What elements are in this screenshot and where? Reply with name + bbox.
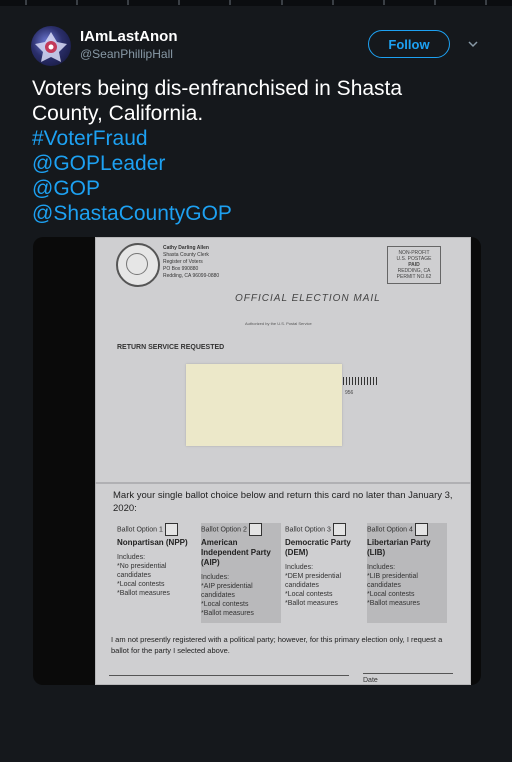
sender-address: Cathy Darling Allen Shasta County Clerk …	[163, 245, 219, 280]
sender-line: PO Box 990880	[163, 266, 199, 272]
emblem-subtitle: Authorized by the U.S. Postal Service	[245, 321, 312, 326]
mention-link[interactable]: @GOPLeader	[32, 151, 472, 176]
barcode	[343, 377, 379, 385]
option-header: Ballot Option 4	[367, 526, 413, 534]
signature-line	[109, 675, 349, 676]
option-includes-label: Includes:	[285, 564, 314, 571]
date-line	[363, 673, 453, 674]
checkbox-icon	[332, 523, 346, 536]
avatar[interactable]	[31, 26, 71, 66]
option-item: *DEM presidential candidates	[285, 573, 342, 589]
chevron-down-icon[interactable]	[467, 39, 479, 49]
option-item: *Local contests	[367, 591, 415, 598]
ballot-instruction: Mark your single ballot choice below and…	[113, 490, 453, 514]
display-name[interactable]: IAmLastAnon	[80, 28, 178, 45]
option-item: *AIP presidential candidates	[201, 583, 253, 599]
sender-line: Cathy Darling Allen	[163, 245, 209, 251]
ballot-option-2: Ballot Option 2 American Independent Par…	[201, 523, 281, 623]
option-header: Ballot Option 1	[117, 526, 163, 534]
return-service-text: RETURN SERVICE REQUESTED	[117, 344, 225, 351]
option-item: *Local contests	[201, 601, 249, 608]
option-item: *LIB presidential candidates	[367, 573, 418, 589]
stamp-line: PERMIT NO.62	[396, 274, 432, 280]
mention-link[interactable]: @GOP	[32, 176, 472, 201]
hashtag-link[interactable]: #VoterFraud	[32, 126, 472, 151]
option-item: *No presidential candidates	[117, 563, 167, 579]
option-item: *Ballot measures	[117, 590, 170, 597]
ballot-option-3: Ballot Option 3 Democratic Party (DEM) I…	[285, 523, 365, 623]
option-includes-label: Includes:	[117, 554, 146, 561]
option-party: American Independent Party (AIP)	[201, 538, 271, 567]
option-party: Libertarian Party (LIB)	[367, 538, 431, 557]
option-header: Ballot Option 3	[285, 526, 331, 534]
sender-line: Shasta County Clerk	[163, 252, 209, 258]
option-includes-label: Includes:	[201, 574, 230, 581]
address-label-covered	[186, 364, 342, 446]
party-declaration: I am not presently registered with a pol…	[111, 635, 443, 655]
checkbox-icon	[248, 523, 262, 536]
tweet-text-line: Voters being dis-enfranchised in Shasta	[32, 77, 403, 100]
barcode-number: 956	[345, 390, 354, 396]
checkbox-icon	[414, 523, 428, 536]
tweet-text-line: County, California.	[32, 102, 204, 125]
checkbox-icon	[164, 523, 178, 536]
ballot-option-4: Ballot Option 4 Libertarian Party (LIB) …	[367, 523, 447, 623]
sender-line: Register of Voters	[163, 259, 203, 265]
tweet-text: Voters being dis-enfranchised in Shasta …	[32, 76, 472, 226]
option-header: Ballot Option 2	[201, 526, 247, 534]
ballot-option-1: Ballot Option 1 Nonpartisan (NPP) Includ…	[117, 523, 197, 623]
option-item: *Local contests	[285, 591, 333, 598]
election-mail-emblem: OFFICIAL ELECTION MAIL	[235, 293, 381, 304]
option-includes-label: Includes:	[367, 564, 396, 571]
top-edge-strip	[0, 0, 512, 6]
postage-stamp: NON-PROFIT U.S. POSTAGE PAID REDDING, CA…	[387, 246, 441, 284]
option-item: *Ballot measures	[285, 600, 338, 607]
option-item: *Ballot measures	[367, 600, 420, 607]
county-seal-icon	[116, 243, 160, 287]
ballot-card-photo: Cathy Darling Allen Shasta County Clerk …	[95, 237, 471, 685]
option-item: *Local contests	[117, 581, 165, 588]
user-handle[interactable]: @SeanPhillipHall	[80, 47, 173, 61]
tweet-photo[interactable]: Cathy Darling Allen Shasta County Clerk …	[33, 237, 481, 685]
mention-link[interactable]: @ShastaCountyGOP	[32, 201, 472, 226]
option-party: Nonpartisan (NPP)	[117, 538, 188, 547]
date-label: Date	[363, 677, 378, 684]
option-party: Democratic Party (DEM)	[285, 538, 351, 557]
sender-line: Redding, CA 96099-0880	[163, 273, 220, 279]
option-item: *Ballot measures	[201, 610, 254, 617]
follow-button[interactable]: Follow	[368, 30, 450, 58]
fold-line	[95, 482, 471, 484]
